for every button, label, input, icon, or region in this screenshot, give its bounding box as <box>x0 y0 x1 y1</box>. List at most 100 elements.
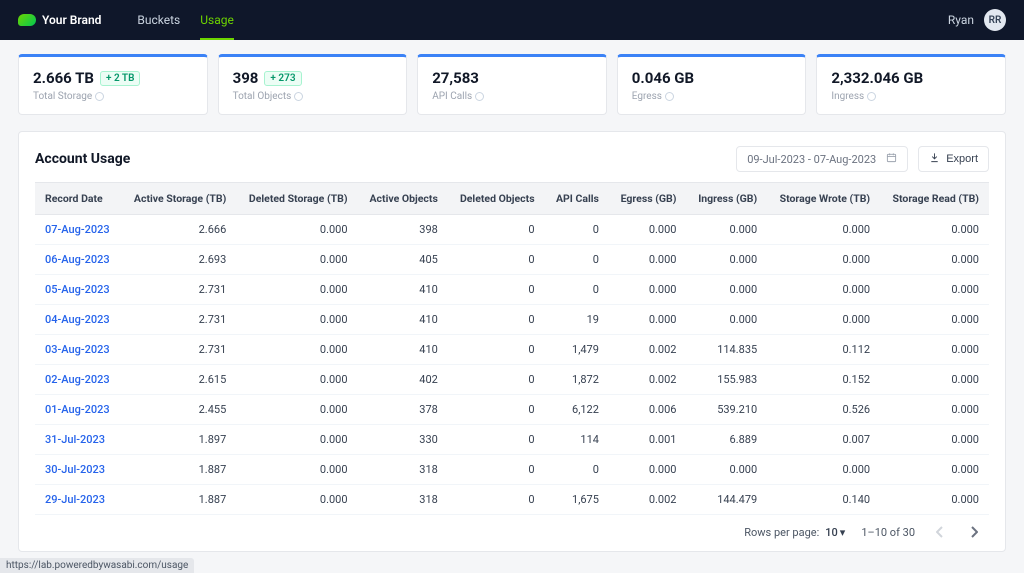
cell-wrote: 0.112 <box>767 335 880 365</box>
brand-name: Your Brand <box>42 13 101 27</box>
cell-api_calls: 6,122 <box>545 395 609 425</box>
column-header[interactable]: Deleted Storage (TB) <box>236 183 357 215</box>
cell-active_storage: 2.455 <box>121 395 236 425</box>
cell-date[interactable]: 31-Jul-2023 <box>35 425 121 455</box>
cell-read: 0.000 <box>880 245 989 275</box>
cell-read: 0.000 <box>880 275 989 305</box>
table-row: 29-Jul-20231.8870.00031801,6750.002144.4… <box>35 485 989 515</box>
rows-per-page-select[interactable]: 10 ▾ <box>825 526 845 539</box>
cell-active_storage: 2.731 <box>121 275 236 305</box>
table-row: 30-Jul-20231.8870.000318000.0000.0000.00… <box>35 455 989 485</box>
record-date-link[interactable]: 01-Aug-2023 <box>45 403 110 416</box>
column-header[interactable]: Active Objects <box>358 183 448 215</box>
export-icon <box>929 152 940 166</box>
stat-card: 0.046 GBEgress <box>617 54 807 115</box>
record-date-link[interactable]: 06-Aug-2023 <box>45 253 110 266</box>
cell-ingress: 6.889 <box>686 425 767 455</box>
record-date-link[interactable]: 31-Jul-2023 <box>45 433 105 446</box>
nav-link-buckets[interactable]: Buckets <box>137 1 180 39</box>
cell-egress: 0.002 <box>609 485 687 515</box>
record-date-link[interactable]: 07-Aug-2023 <box>45 223 110 236</box>
cell-ingress: 114.835 <box>686 335 767 365</box>
navbar: Your Brand Buckets Usage Ryan RR <box>0 0 1024 40</box>
cell-wrote: 0.000 <box>767 455 880 485</box>
table-row: 04-Aug-20232.7310.0004100190.0000.0000.0… <box>35 305 989 335</box>
cell-api_calls: 114 <box>545 425 609 455</box>
cell-active_objects: 410 <box>358 275 448 305</box>
cell-date[interactable]: 05-Aug-2023 <box>35 275 121 305</box>
column-header[interactable]: Record Date <box>35 183 121 215</box>
column-header[interactable]: Deleted Objects <box>448 183 545 215</box>
cell-read: 0.000 <box>880 335 989 365</box>
cell-read: 0.000 <box>880 485 989 515</box>
stats-row: 2.666 TB+ 2 TBTotal Storage398+ 273Total… <box>0 40 1024 125</box>
cell-egress: 0.002 <box>609 335 687 365</box>
stat-card: 2,332.046 GBIngress <box>816 54 1006 115</box>
cell-date[interactable]: 30-Jul-2023 <box>35 455 121 485</box>
rows-per-page: Rows per page: 10 ▾ <box>744 526 845 539</box>
cell-ingress: 0.000 <box>686 455 767 485</box>
record-date-link[interactable]: 04-Aug-2023 <box>45 313 110 326</box>
brand[interactable]: Your Brand <box>18 13 101 27</box>
cell-egress: 0.000 <box>609 455 687 485</box>
info-icon[interactable] <box>867 92 876 101</box>
cell-deleted_objects: 0 <box>448 215 545 245</box>
cell-active_objects: 410 <box>358 305 448 335</box>
cell-date[interactable]: 06-Aug-2023 <box>35 245 121 275</box>
table-row: 05-Aug-20232.7310.000410000.0000.0000.00… <box>35 275 989 305</box>
record-date-link[interactable]: 30-Jul-2023 <box>45 463 105 476</box>
info-icon[interactable] <box>95 92 104 101</box>
record-date-link[interactable]: 02-Aug-2023 <box>45 373 110 386</box>
cell-active_storage: 2.731 <box>121 335 236 365</box>
cell-date[interactable]: 04-Aug-2023 <box>35 305 121 335</box>
cell-deleted_objects: 0 <box>448 425 545 455</box>
cell-wrote: 0.140 <box>767 485 880 515</box>
status-bar-url: https://lab.poweredbywasabi.com/usage <box>0 558 194 573</box>
cell-date[interactable]: 29-Jul-2023 <box>35 485 121 515</box>
brand-logo-icon <box>18 14 36 26</box>
next-page-button[interactable] <box>965 523 983 541</box>
cell-api_calls: 1,872 <box>545 365 609 395</box>
column-header[interactable]: Storage Wrote (TB) <box>767 183 880 215</box>
cell-deleted_objects: 0 <box>448 305 545 335</box>
info-icon[interactable] <box>475 92 484 101</box>
stat-value: 2,332.046 GB <box>831 69 991 87</box>
table-header-row: Record DateActive Storage (TB)Deleted St… <box>35 183 989 215</box>
cell-date[interactable]: 03-Aug-2023 <box>35 335 121 365</box>
cell-deleted_storage: 0.000 <box>236 425 357 455</box>
nav-right: Ryan RR <box>948 9 1006 31</box>
export-button[interactable]: Export <box>918 146 989 172</box>
cell-date[interactable]: 02-Aug-2023 <box>35 365 121 395</box>
record-date-link[interactable]: 03-Aug-2023 <box>45 343 110 356</box>
cell-date[interactable]: 07-Aug-2023 <box>35 215 121 245</box>
info-icon[interactable] <box>294 92 303 101</box>
cell-ingress: 155.983 <box>686 365 767 395</box>
info-icon[interactable] <box>665 92 674 101</box>
date-range-picker[interactable]: 09-Jul-2023 - 07-Aug-2023 <box>736 146 908 172</box>
cell-date[interactable]: 01-Aug-2023 <box>35 395 121 425</box>
stat-label: API Calls <box>432 91 592 102</box>
panel-title: Account Usage <box>35 151 130 167</box>
nav-link-usage[interactable]: Usage <box>200 1 234 39</box>
cell-deleted_storage: 0.000 <box>236 455 357 485</box>
column-header[interactable]: Active Storage (TB) <box>121 183 236 215</box>
cell-active_storage: 2.666 <box>121 215 236 245</box>
stat-card: 2.666 TB+ 2 TBTotal Storage <box>18 54 208 115</box>
column-header[interactable]: Egress (GB) <box>609 183 687 215</box>
table-footer: Rows per page: 10 ▾ 1–10 of 30 <box>35 515 989 541</box>
column-header[interactable]: API Calls <box>545 183 609 215</box>
column-header[interactable]: Storage Read (TB) <box>880 183 989 215</box>
record-date-link[interactable]: 29-Jul-2023 <box>45 493 105 506</box>
cell-ingress: 0.000 <box>686 275 767 305</box>
prev-page-button[interactable] <box>931 523 949 541</box>
date-range-text: 09-Jul-2023 - 07-Aug-2023 <box>747 153 876 166</box>
cell-deleted_storage: 0.000 <box>236 275 357 305</box>
rows-per-page-label: Rows per page: <box>744 526 819 539</box>
avatar[interactable]: RR <box>984 9 1006 31</box>
column-header[interactable]: Ingress (GB) <box>686 183 767 215</box>
user-name[interactable]: Ryan <box>948 13 974 27</box>
cell-deleted_storage: 0.000 <box>236 395 357 425</box>
cell-api_calls: 0 <box>545 245 609 275</box>
cell-egress: 0.000 <box>609 215 687 245</box>
record-date-link[interactable]: 05-Aug-2023 <box>45 283 110 296</box>
